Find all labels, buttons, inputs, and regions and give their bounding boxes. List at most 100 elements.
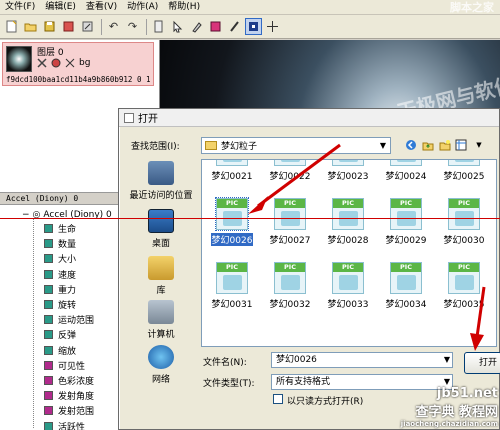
filetype-label: 文件类型(T): <box>203 379 255 389</box>
dialog-titlebar: 打开 <box>119 109 499 127</box>
puzzle-icon <box>281 275 300 290</box>
emitter-icon[interactable] <box>150 18 167 35</box>
open-button[interactable]: 打开 <box>464 352 500 374</box>
bg-label: bg <box>79 58 91 68</box>
file-item[interactable]: PIC 梦幻0032 <box>262 262 318 318</box>
toolbar-separator <box>146 18 147 35</box>
property-swatch-icon <box>44 376 53 385</box>
chevron-down-icon[interactable]: ▼ <box>444 353 450 367</box>
file-name: 梦幻0032 <box>269 300 311 310</box>
file-item[interactable]: PIC 梦幻0030 <box>436 198 492 254</box>
file-item[interactable]: PIC 梦幻0025 <box>436 160 492 190</box>
pic-file-icon: PIC <box>390 160 422 166</box>
property-item[interactable]: 速度 <box>44 268 76 281</box>
file-item[interactable]: PIC 梦幻0034 <box>378 262 434 318</box>
property-label: 大小 <box>58 255 77 266</box>
place-desktop[interactable]: 桌面 <box>123 209 199 249</box>
save-icon[interactable] <box>41 18 58 35</box>
annotation-arrow-file <box>248 143 341 214</box>
lock-icon[interactable] <box>51 58 61 71</box>
toolbar: ↶ ↷ <box>0 15 500 39</box>
property-item[interactable]: 活跃性 <box>44 420 85 430</box>
layer-row[interactable]: 图层 0 bg f9dcd100baa1cd11b4a9b860b912 0 1 <box>2 42 154 86</box>
pen-icon[interactable] <box>188 18 205 35</box>
file-name: 梦幻0027 <box>269 236 311 246</box>
property-item[interactable]: 可见性 <box>44 359 85 372</box>
color-icon[interactable] <box>207 18 224 35</box>
property-swatch-icon <box>44 224 53 233</box>
mask-icon[interactable] <box>65 58 75 71</box>
file-item[interactable]: PIC 梦幻0024 <box>378 160 434 190</box>
brush-icon[interactable] <box>226 18 243 35</box>
property-label: 缩放 <box>58 346 77 357</box>
property-item[interactable]: 数量 <box>44 237 76 250</box>
export-icon[interactable] <box>60 18 77 35</box>
tree-line <box>33 218 34 428</box>
place-network[interactable]: 网络 <box>123 345 199 385</box>
emitter-root[interactable]: − ◎ Accel (Diony) 0 <box>22 208 112 221</box>
file-item[interactable]: PIC 梦幻0033 <box>320 262 376 318</box>
property-item[interactable]: 旋转 <box>44 298 76 311</box>
up-folder-icon[interactable] <box>421 138 435 152</box>
layer-thumbnail <box>6 46 32 72</box>
new-folder-icon[interactable] <box>438 138 452 152</box>
file-badge: PIC <box>275 263 305 272</box>
property-label: 反弹 <box>58 331 77 342</box>
pic-file-icon: PIC <box>390 262 422 294</box>
readonly-checkbox[interactable] <box>273 394 283 404</box>
crosshair-icon[interactable] <box>264 18 281 35</box>
puzzle-icon <box>455 160 474 162</box>
filename-value: 梦幻0026 <box>276 355 317 365</box>
pic-file-icon: PIC <box>448 198 480 230</box>
file-item[interactable]: PIC 梦幻0029 <box>378 198 434 254</box>
menu-bar: 文件(F) 编辑(E) 查看(V) 动作(A) 帮助(H) 脚本之家 <box>0 0 500 15</box>
pointer-icon[interactable] <box>169 18 186 35</box>
watermark-line1: 查字典 教程网 <box>415 405 498 420</box>
menu-help[interactable]: 帮助(H) <box>163 0 205 15</box>
menu-action[interactable]: 动作(A) <box>122 0 163 15</box>
property-item[interactable]: 运动范围 <box>44 313 94 326</box>
property-label: 发射角度 <box>58 392 95 403</box>
property-item[interactable]: 发射范围 <box>44 404 94 417</box>
property-item[interactable]: 反弹 <box>44 328 76 341</box>
library-icon <box>148 256 174 280</box>
place-computer[interactable]: 计算机 <box>123 300 199 340</box>
property-label: 重力 <box>58 285 77 296</box>
place-library[interactable]: 库 <box>123 256 199 296</box>
place-label: 桌面 <box>151 239 170 249</box>
file-item[interactable]: PIC 梦幻0031 <box>204 262 260 318</box>
pic-file-icon: PIC <box>274 262 306 294</box>
property-swatch-icon <box>44 330 53 340</box>
undo-icon[interactable]: ↶ <box>105 18 122 35</box>
new-icon[interactable] <box>3 18 20 35</box>
folder-icon <box>205 141 217 150</box>
filename-input[interactable]: 梦幻0026 ▼ <box>271 352 453 368</box>
redo-icon[interactable]: ↷ <box>124 18 141 35</box>
property-item[interactable]: 缩放 <box>44 344 76 357</box>
menu-edit[interactable]: 编辑(E) <box>40 0 81 15</box>
property-item[interactable]: 生命 <box>44 222 76 235</box>
recent-places-icon <box>148 161 174 185</box>
property-item[interactable]: 色彩浓度 <box>44 374 94 387</box>
place-recent[interactable]: 最近访问的位置 <box>123 161 199 201</box>
property-swatch-icon <box>44 269 53 279</box>
property-item[interactable]: 重力 <box>44 283 76 296</box>
menu-file[interactable]: 文件(F) <box>0 0 40 15</box>
menu-view[interactable]: 查看(V) <box>81 0 122 15</box>
file-name: 梦幻0025 <box>443 172 485 182</box>
property-label: 发射范围 <box>58 407 95 418</box>
watermark-line2: jiaocheng.chazidian.com <box>400 420 498 428</box>
transform-icon[interactable] <box>245 18 262 35</box>
filetype-value: 所有支持格式 <box>276 377 331 387</box>
chevron-down-icon[interactable]: ▼ <box>472 138 486 152</box>
render-icon[interactable] <box>79 18 96 35</box>
chevron-down-icon[interactable]: ▼ <box>376 138 390 153</box>
view-menu-icon[interactable] <box>455 138 469 152</box>
property-item[interactable]: 大小 <box>44 252 76 265</box>
back-icon[interactable] <box>404 138 418 152</box>
visibility-icon[interactable] <box>37 58 47 71</box>
property-item[interactable]: 发射角度 <box>44 389 94 402</box>
emitter-panel: Accel (Diony) 0 − ◎ Accel (Diony) 0 生命 数量… <box>0 185 120 430</box>
open-folder-icon[interactable] <box>22 18 39 35</box>
places-bar: 最近访问的位置 桌面 库 计算机 网络 <box>123 159 199 427</box>
